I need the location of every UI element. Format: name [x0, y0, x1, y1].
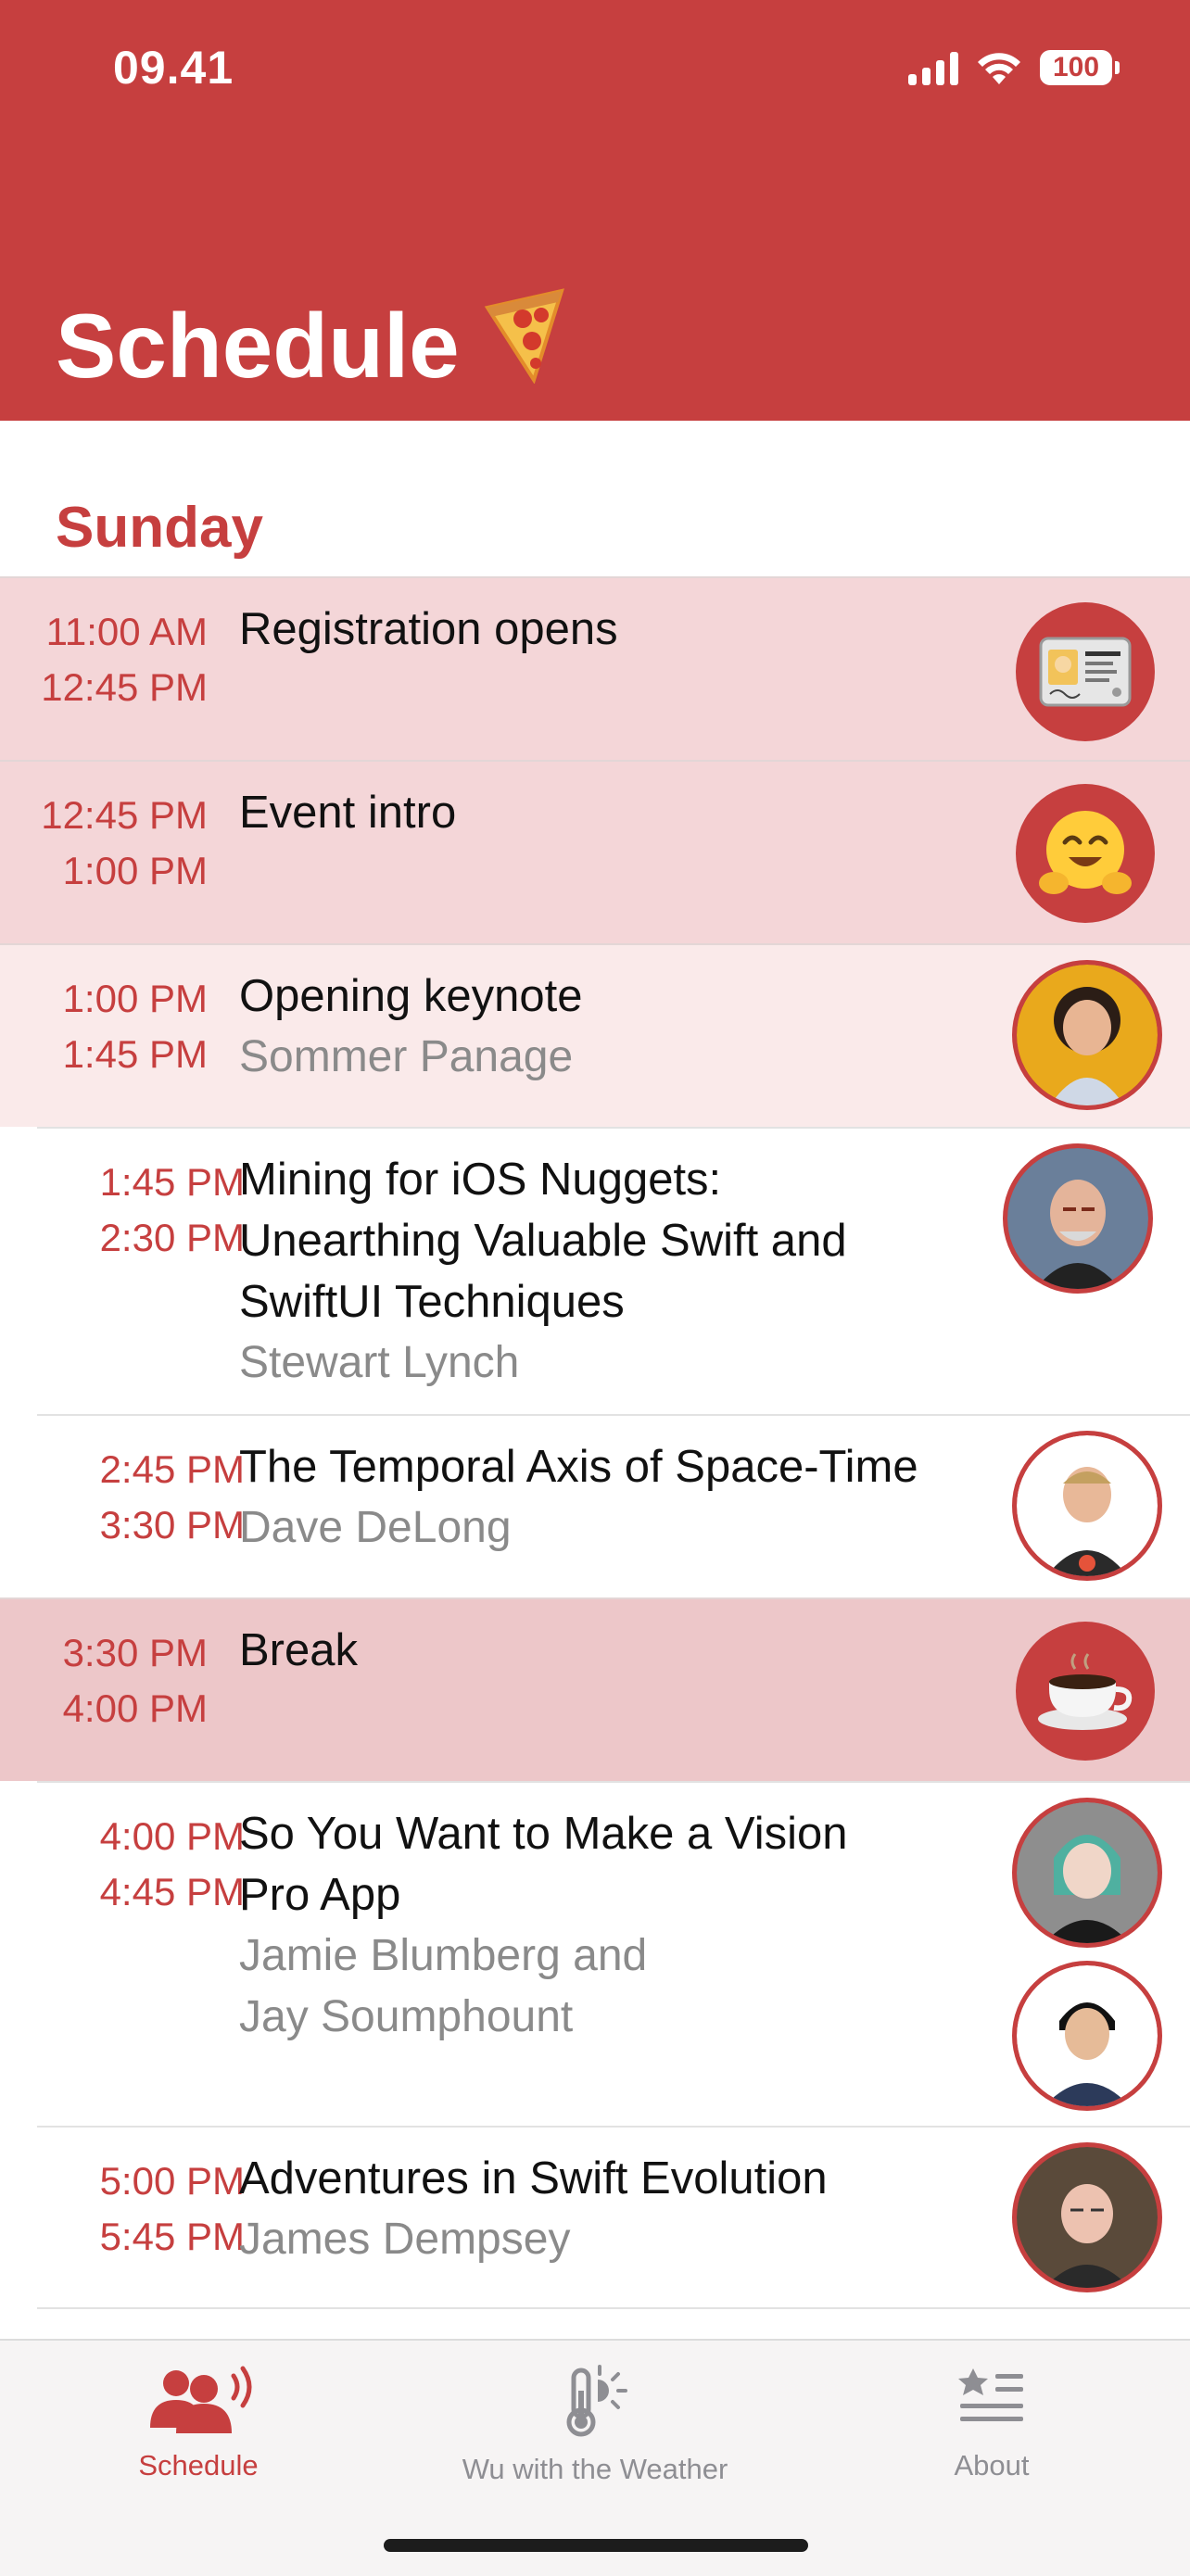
session-times: 2:45 PM 3:30 PM [100, 1442, 245, 1553]
speaker-avatar[interactable] [1012, 1798, 1162, 1948]
session-info: Mining for iOS Nuggets: Unearthing Valua… [239, 1149, 981, 1394]
end-time: 1:00 PM [62, 849, 208, 892]
session-times: 1:45 PM 2:30 PM [100, 1155, 245, 1266]
start-time: 11:00 AM [45, 610, 208, 653]
schedule-row[interactable]: 4:00 PM 4:45 PM So You Want to Make a Vi… [37, 1781, 1190, 2126]
cellular-signal-icon [908, 50, 958, 85]
session-times: 3:30 PM 4:00 PM [63, 1625, 208, 1736]
speaker-name: Dave DeLong [239, 1503, 512, 1552]
start-time: 12:45 PM [41, 793, 208, 837]
schedule-row[interactable]: 1:00 PM 1:45 PM Opening keynote Sommer P… [0, 943, 1190, 1127]
end-time: 4:00 PM [62, 1686, 208, 1730]
end-time: 5:45 PM [99, 2215, 245, 2258]
schedule-row[interactable]: 2:45 PM 3:30 PM The Temporal Axis of Spa… [37, 1414, 1190, 1597]
end-time: 4:45 PM [99, 1870, 245, 1913]
schedule-row[interactable]: 12:45 PM 1:00 PM Event intro [0, 760, 1190, 943]
status-icons: 100 [908, 46, 1120, 89]
start-time: 4:00 PM [99, 1814, 245, 1858]
speaker-photo [1017, 1435, 1158, 1576]
tab-schedule[interactable]: Schedule [13, 2363, 384, 2482]
day-heading: Sunday [56, 496, 263, 560]
session-info: Event intro [239, 782, 981, 843]
schedule-row[interactable]: 11:00 AM 12:45 PM Registration opens [0, 576, 1190, 760]
session-times: 5:00 PM 5:45 PM [100, 2153, 245, 2265]
speaker-name: Sommer Panage [239, 1032, 574, 1081]
header: 09.41 100 Schedule [0, 0, 1190, 421]
end-time: 3:30 PM [99, 1503, 245, 1547]
end-time: 12:45 PM [41, 665, 208, 709]
speaker-photo [1017, 1965, 1158, 2106]
speaker-name-line: Jamie Blumberg and [239, 1931, 648, 1980]
pizza-icon [480, 287, 569, 403]
session-title: Opening keynote [239, 971, 583, 1021]
session-title-line: Unearthing Valuable Swift and [239, 1216, 847, 1266]
start-time: 5:00 PM [99, 2159, 245, 2203]
speaker-avatar[interactable] [1012, 960, 1162, 1110]
schedule-row[interactable]: 5:00 PM 5:45 PM Adventures in Swift Evol… [37, 2126, 1190, 2309]
page-title-text: Schedule [56, 295, 460, 397]
session-times: 11:00 AM 12:45 PM [41, 604, 208, 715]
start-time: 1:00 PM [62, 977, 208, 1020]
tab-wu-with-the-weather[interactable]: Wu with the Weather [410, 2363, 780, 2486]
tab-about[interactable]: About [806, 2363, 1177, 2482]
page-title: Schedule [56, 287, 569, 403]
speaker-photo [1007, 1148, 1148, 1289]
speaker-name-line: Jay Soumphount [239, 1992, 574, 2041]
session-times: 4:00 PM 4:45 PM [100, 1809, 245, 1920]
speaker-avatar[interactable] [1012, 1961, 1162, 2111]
session-info: The Temporal Axis of Space-Time Dave DeL… [239, 1436, 981, 1559]
wifi-icon [978, 53, 1020, 84]
speaker-name: Stewart Lynch [239, 1338, 520, 1387]
tab-label: Schedule [138, 2449, 259, 2481]
session-info: So You Want to Make a Vision Pro App Jam… [239, 1803, 981, 2048]
session-title-line: SwiftUI Techniques [239, 1277, 625, 1327]
session-info: Registration opens [239, 599, 981, 660]
session-title: Event intro [239, 788, 457, 838]
speaker-name: James Dempsey [239, 2215, 571, 2264]
status-time: 09.41 [113, 42, 234, 94]
speaker-photo [1017, 2147, 1158, 2288]
session-times: 12:45 PM 1:00 PM [41, 788, 208, 899]
speaker-avatar[interactable] [1012, 2142, 1162, 2292]
session-title: The Temporal Axis of Space-Time [239, 1442, 918, 1492]
people-broadcast-icon [150, 2366, 252, 2433]
start-time: 3:30 PM [62, 1631, 208, 1674]
speaker-photo [1017, 965, 1158, 1105]
start-time: 1:45 PM [99, 1160, 245, 1204]
tab-label: Wu with the Weather [462, 2453, 728, 2485]
end-time: 2:30 PM [99, 1216, 245, 1259]
id-badge-icon [1016, 602, 1155, 741]
end-time: 1:45 PM [62, 1032, 208, 1076]
session-times: 1:00 PM 1:45 PM [63, 971, 208, 1082]
session-title-line: So You Want to Make a Vision [239, 1809, 848, 1859]
battery-icon: 100 [1040, 50, 1120, 85]
session-title-line: Mining for iOS Nuggets: [239, 1155, 722, 1205]
start-time: 2:45 PM [99, 1447, 245, 1491]
schedule-row[interactable]: 3:30 PM 4:00 PM Break [0, 1597, 1190, 1781]
schedule-row[interactable]: 1:45 PM 2:30 PM Mining for iOS Nuggets: … [37, 1127, 1190, 1414]
session-title: Registration opens [239, 604, 618, 654]
schedule-list: 11:00 AM 12:45 PM Registration opens 12:… [0, 576, 1190, 2309]
session-info: Break [239, 1620, 981, 1681]
star-list-icon [958, 2368, 1023, 2421]
session-title: Adventures in Swift Evolution [239, 2153, 828, 2203]
session-title: Break [239, 1625, 359, 1675]
thermometer-sun-icon [566, 2365, 627, 2437]
tab-label: About [954, 2449, 1030, 2481]
hugging-face-icon [1016, 784, 1155, 923]
home-indicator[interactable] [384, 2539, 808, 2552]
coffee-icon [1016, 1622, 1155, 1761]
session-title-line: Pro App [239, 1870, 401, 1920]
session-info: Adventures in Swift Evolution James Demp… [239, 2148, 981, 2270]
speaker-avatar[interactable] [1003, 1143, 1153, 1294]
session-info: Opening keynote Sommer Panage [239, 966, 981, 1088]
speaker-photo [1017, 1802, 1158, 1943]
speaker-avatar[interactable] [1012, 1431, 1162, 1581]
